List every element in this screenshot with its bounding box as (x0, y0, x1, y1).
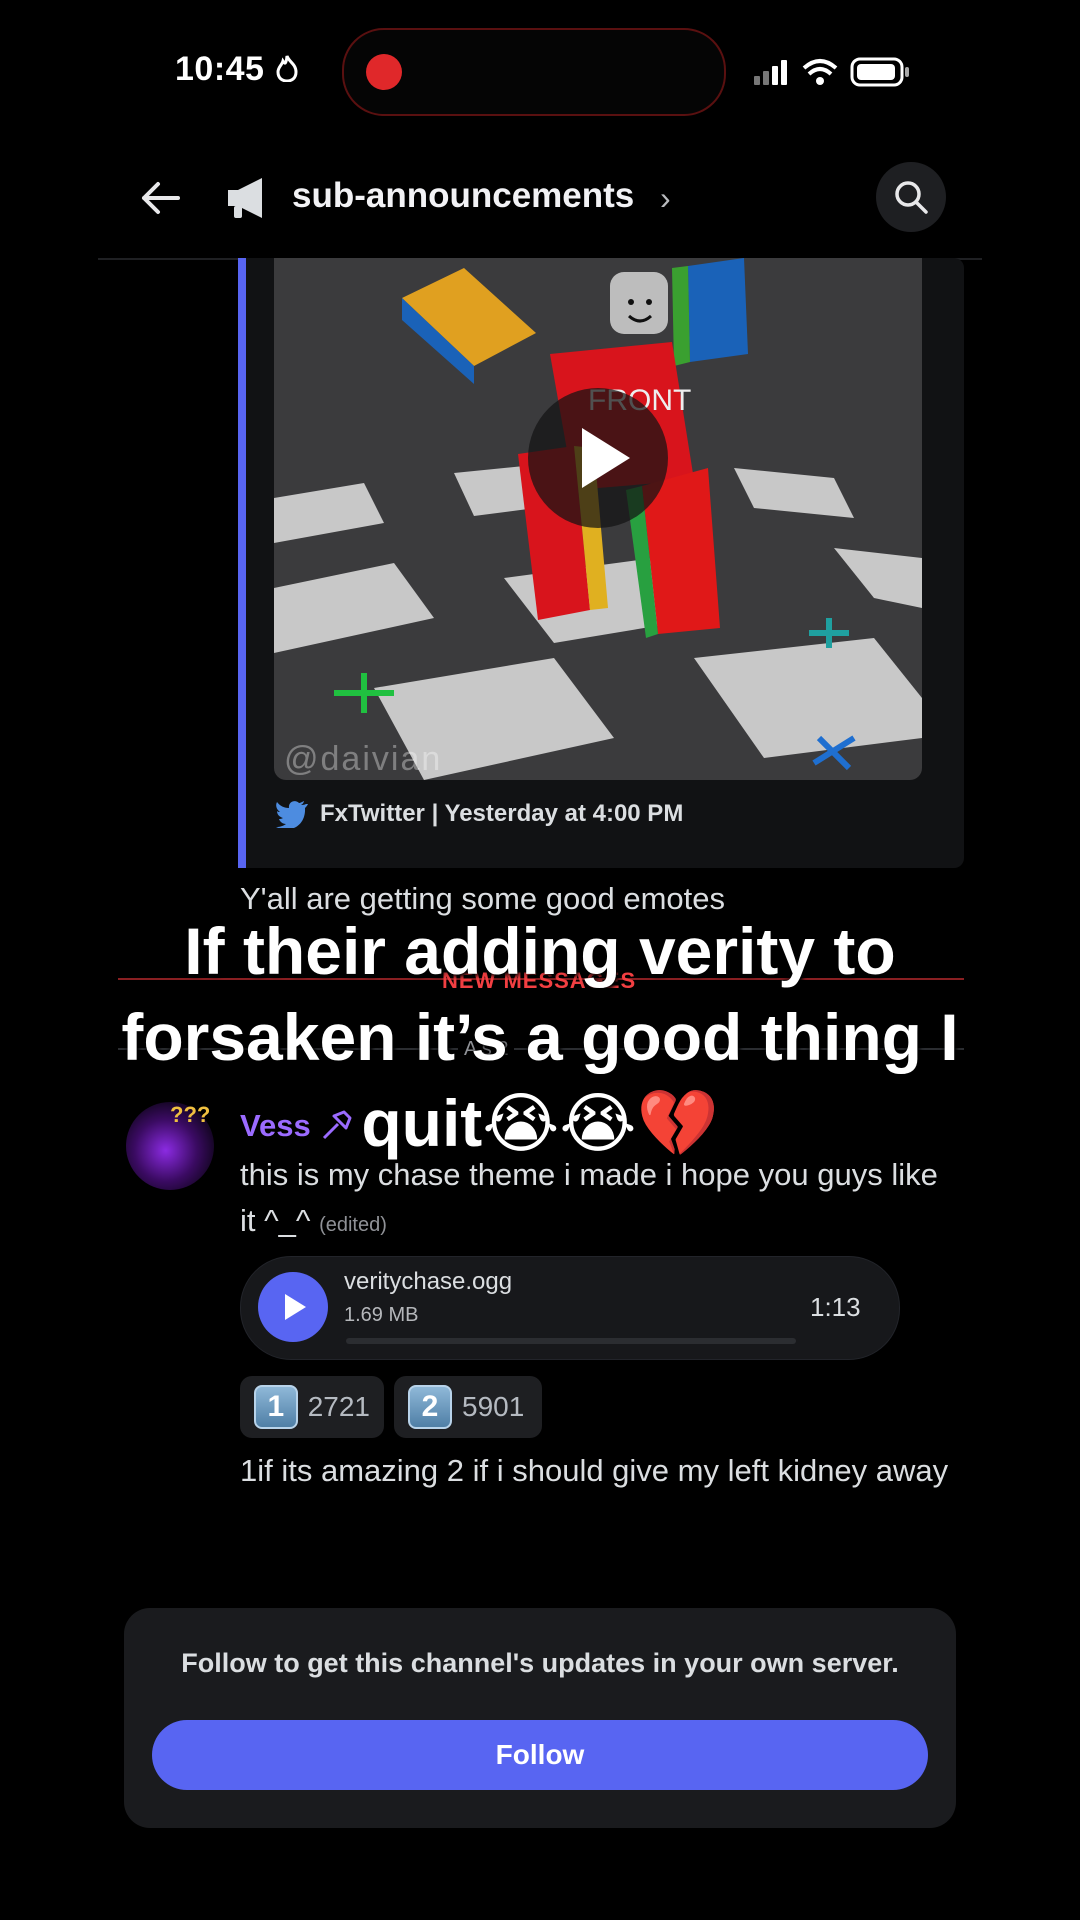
message-text: this is my chase theme i made i hope you… (240, 1157, 938, 1238)
play-icon (285, 1294, 306, 1320)
chevron-right-icon[interactable]: › (660, 180, 671, 217)
back-arrow-icon[interactable] (138, 176, 182, 220)
reaction-count: 5901 (462, 1391, 525, 1422)
audio-progress-bar[interactable] (346, 1338, 796, 1344)
follow-card (124, 1608, 956, 1828)
play-icon (582, 428, 630, 488)
search-icon (895, 181, 928, 214)
audio-attachment (240, 1256, 900, 1360)
channel-title[interactable]: sub-announcements (292, 176, 634, 216)
embed-footer: FxTwitter | Yesterday at 4:00 PM (276, 800, 683, 828)
reaction-two[interactable]: 2 5901 (394, 1376, 542, 1438)
audio-filename[interactable]: veritychase.ogg (344, 1268, 512, 1296)
wifi-icon (802, 59, 838, 85)
flame-icon (276, 55, 298, 83)
recording-indicator (366, 54, 402, 90)
follow-button[interactable]: Follow (152, 1720, 928, 1790)
message-text: 1if its amazing 2 if i should give my le… (240, 1453, 949, 1488)
video-watermark: @daivian (284, 740, 443, 778)
embed-source: FxTwitter | Yesterday at 4:00 PM (320, 800, 684, 827)
reaction-count: 2721 (307, 1391, 370, 1422)
search-button[interactable] (876, 162, 946, 232)
video-play-button[interactable] (528, 388, 668, 528)
audio-filesize: 1.69 MB (344, 1304, 419, 1326)
keycap-2-icon: 2 (408, 1385, 452, 1429)
megaphone-icon (228, 178, 262, 218)
status-icons (754, 56, 914, 93)
edited-label: (edited) (319, 1214, 387, 1236)
status-time: 10:45 (175, 50, 300, 89)
audio-play-button[interactable] (258, 1272, 328, 1342)
follow-prompt: Follow to get this channel's updates in … (181, 1648, 899, 1678)
keycap-1-icon: 1 (254, 1385, 298, 1429)
audio-duration: 1:13 (810, 1292, 861, 1322)
reaction-one[interactable]: 1 2721 (240, 1376, 384, 1438)
signal-icon (754, 60, 787, 85)
twitter-bird-icon (276, 801, 308, 828)
video-caption-overlay: If their adding verity to forsaken it’s … (121, 914, 959, 1160)
battery-icon (850, 57, 909, 87)
